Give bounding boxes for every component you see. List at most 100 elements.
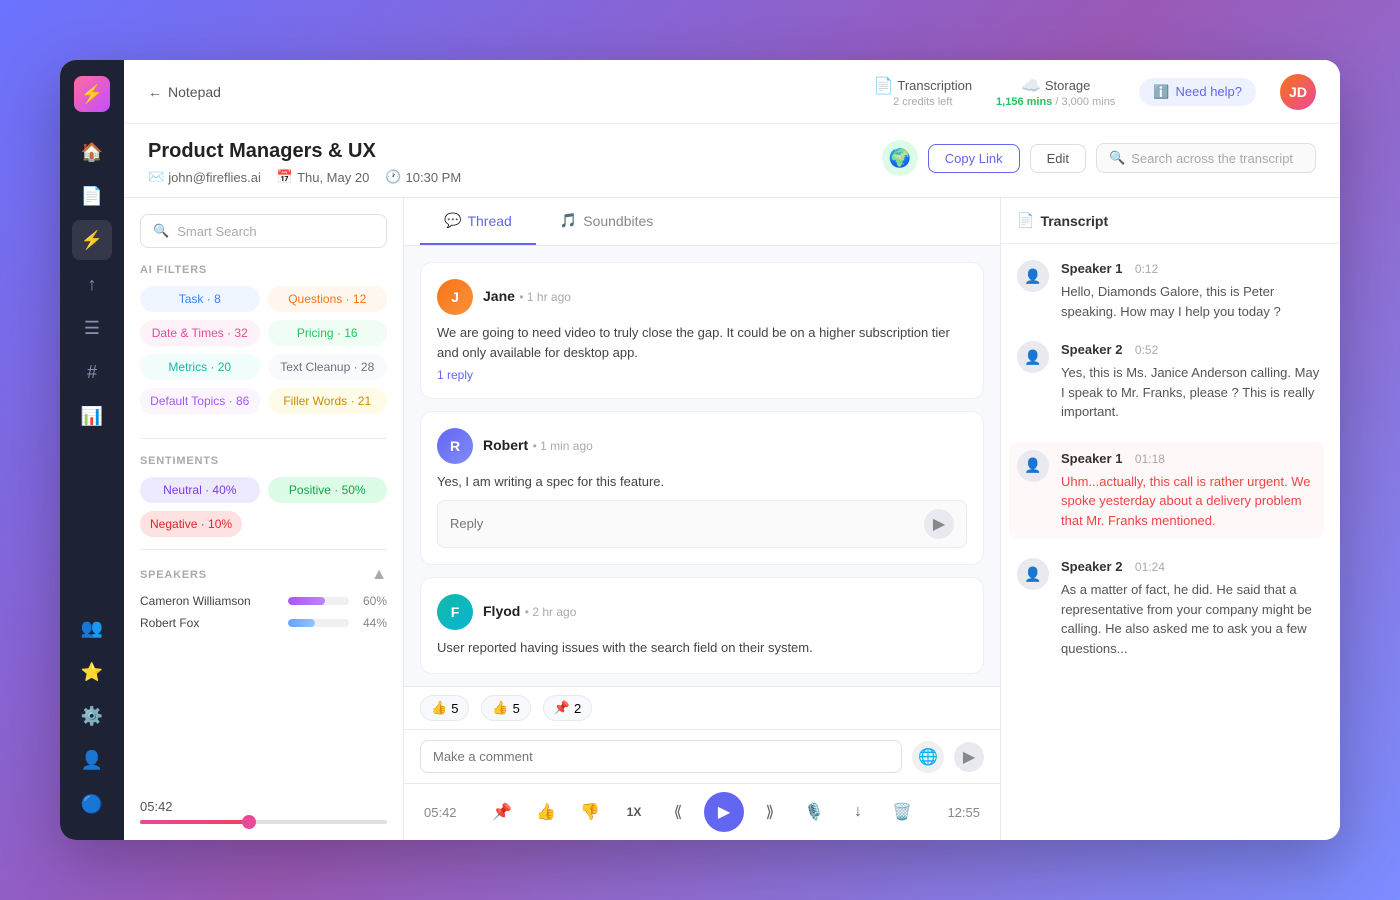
rewind-btn[interactable]: ⟪ (660, 794, 696, 830)
sidebar-circle-icon[interactable]: 🔵 (72, 784, 112, 824)
thumbsup-icon-2: 👍 (492, 700, 508, 716)
transcript-header: 📄 Transcript (1001, 198, 1340, 244)
thread-icon: 💬 (444, 212, 461, 229)
right-panel: 📄 Transcript 👤 Speaker 1 0:12 Hello, Dia… (1000, 198, 1340, 840)
progress-bar-fill (140, 820, 249, 824)
main-content: ← Notepad 📄 Transcription 2 credits left… (124, 60, 1340, 840)
player-time-right: 12:55 (947, 805, 980, 820)
top-header: ← Notepad 📄 Transcription 2 credits left… (124, 60, 1340, 124)
speaker-pct-robert: 44% (357, 616, 387, 630)
meeting-header: Product Managers & UX ✉️ john@fireflies.… (124, 124, 1340, 198)
speaker-bar-bg-cameron (288, 597, 349, 605)
transcript-speaker-name-4: Speaker 2 01:24 (1061, 558, 1324, 576)
logo[interactable]: ⚡ (74, 76, 110, 112)
comment-flyod: F Flyod • 2 hr ago User reported having … (420, 577, 984, 675)
sentiment-negative[interactable]: Negative · 10% (140, 511, 242, 537)
fast-forward-btn[interactable]: ⟫ (752, 794, 788, 830)
search-icon: 🔍 (1109, 150, 1125, 166)
thumbsup-icon-1: 👍 (431, 700, 447, 716)
progress-thumb[interactable] (242, 815, 256, 829)
sidebar-add-user-icon[interactable]: 👤 (72, 740, 112, 780)
transcript-body-4: Speaker 2 01:24 As a matter of fact, he … (1061, 558, 1324, 658)
globe-icon-btn[interactable]: 🌐 (912, 741, 944, 773)
speakers-collapse-icon[interactable]: ▲ (371, 566, 387, 584)
speakers-section: SPEAKERS ▲ Cameron Williamson 60% Robert… (140, 566, 387, 638)
speaker-name-robert: Robert Fox (140, 616, 280, 630)
progress-bar[interactable] (140, 820, 387, 824)
reaction-count-1: 5 (451, 701, 458, 716)
pin-btn[interactable]: 📌 (484, 794, 520, 830)
comment-text-jane: We are going to need video to truly clos… (437, 323, 967, 362)
comment-sep-robert: • (533, 439, 541, 453)
edit-button[interactable]: Edit (1030, 144, 1086, 173)
meeting-meta: ✉️ john@fireflies.ai 📅 Thu, May 20 🕐 10:… (148, 169, 882, 185)
tab-soundbites-label: Soundbites (583, 213, 653, 229)
left-panel: 🔍 Smart Search AI FILTERS Task · 8 Quest… (124, 198, 404, 840)
need-help-button[interactable]: ℹ️ Need help? (1139, 78, 1256, 106)
reply-count-jane[interactable]: 1 reply (437, 368, 967, 382)
transcript-speaker-name-2: Speaker 2 0:52 (1061, 341, 1324, 359)
filter-topics[interactable]: Default Topics · 86 (140, 388, 260, 414)
comment-avatar-robert: R (437, 428, 473, 464)
delete-btn[interactable]: 🗑️ (884, 794, 920, 830)
speakers-header: SPEAKERS ▲ (140, 566, 387, 584)
sentiment-positive[interactable]: Positive · 50% (268, 477, 388, 503)
sidebar-upload-icon[interactable]: ↑ (72, 264, 112, 304)
send-reply-button[interactable]: ▶ (924, 509, 954, 539)
content-area: 🔍 Smart Search AI FILTERS Task · 8 Quest… (124, 198, 1340, 840)
smart-search-bar[interactable]: 🔍 Smart Search (140, 214, 387, 248)
back-button[interactable]: ← Notepad (148, 84, 221, 100)
speed-btn[interactable]: 1X (616, 794, 652, 830)
copy-link-button[interactable]: Copy Link (928, 144, 1020, 173)
play-button[interactable]: ▶ (704, 792, 744, 832)
search-transcript-input[interactable]: 🔍 Search across the transcript (1096, 143, 1316, 173)
comment-input-row: 🌐 ▶ (404, 729, 1000, 783)
reaction-thumbsup-1[interactable]: 👍 5 (420, 695, 469, 721)
filter-task[interactable]: Task · 8 (140, 286, 260, 312)
storage-label: Storage (1045, 78, 1091, 93)
comment-avatar-flyod: F (437, 594, 473, 630)
sidebar-docs-icon[interactable]: 📄 (72, 176, 112, 216)
transcription-icon: 📄 (873, 76, 893, 96)
sidebar-flash-icon[interactable]: ⚡ (72, 220, 112, 260)
thumbsup-btn[interactable]: 👍 (528, 794, 564, 830)
progress-section: 05:42 (140, 783, 387, 824)
filter-filler[interactable]: Filler Words · 21 (268, 388, 388, 414)
clock-icon: 🕐 (385, 169, 401, 185)
tab-thread[interactable]: 💬 Thread (420, 198, 536, 245)
comment-flyod-header: F Flyod • 2 hr ago (437, 594, 967, 630)
sidebar-gear-icon[interactable]: ⚙️ (72, 696, 112, 736)
soundbites-icon: 🎵 (560, 212, 577, 229)
transcription-label: Transcription (897, 78, 972, 93)
sentiment-neutral[interactable]: Neutral · 40% (140, 477, 260, 503)
storage-value: 1,156 mins (996, 96, 1052, 108)
storage-icon: ☁️ (1021, 76, 1041, 96)
sidebar-star-icon[interactable]: ⭐ (72, 652, 112, 692)
tab-soundbites[interactable]: 🎵 Soundbites (536, 198, 678, 245)
speaker-pct-cameron: 60% (357, 594, 387, 608)
ai-filters-label: AI FILTERS (140, 264, 387, 276)
mic-btn[interactable]: 🎙️ (796, 794, 832, 830)
thumbsdown-btn[interactable]: 👎 (572, 794, 608, 830)
transcript-body-3: Speaker 1 01:18 Uhm...actually, this cal… (1061, 450, 1316, 531)
user-avatar[interactable]: JD (1280, 74, 1316, 110)
reaction-thumbsup-2[interactable]: 👍 5 (481, 695, 530, 721)
sidebar-hash-icon[interactable]: # (72, 352, 112, 392)
filter-pricing[interactable]: Pricing · 16 (268, 320, 388, 346)
speaker-row-cameron: Cameron Williamson 60% (140, 594, 387, 608)
comment-input[interactable] (420, 740, 902, 773)
filter-textcleanup[interactable]: Text Cleanup · 28 (268, 354, 388, 380)
reaction-pin[interactable]: 📌 2 (543, 695, 592, 721)
send-comment-button[interactable]: ▶ (954, 742, 984, 772)
sidebar-people-icon[interactable]: 👥 (72, 608, 112, 648)
comment-time-jane: • (519, 290, 527, 304)
download-btn[interactable]: ↓ (840, 794, 876, 830)
transcript-name-4: Speaker 2 (1061, 559, 1122, 574)
sidebar-chart-icon[interactable]: 📊 (72, 396, 112, 436)
sidebar-home-icon[interactable]: 🏠 (72, 132, 112, 172)
filter-metrics[interactable]: Metrics · 20 (140, 354, 260, 380)
reply-input[interactable] (450, 516, 916, 531)
sidebar-layers-icon[interactable]: ☰ (72, 308, 112, 348)
filter-datetime[interactable]: Date & Times · 32 (140, 320, 260, 346)
filter-questions[interactable]: Questions · 12 (268, 286, 388, 312)
